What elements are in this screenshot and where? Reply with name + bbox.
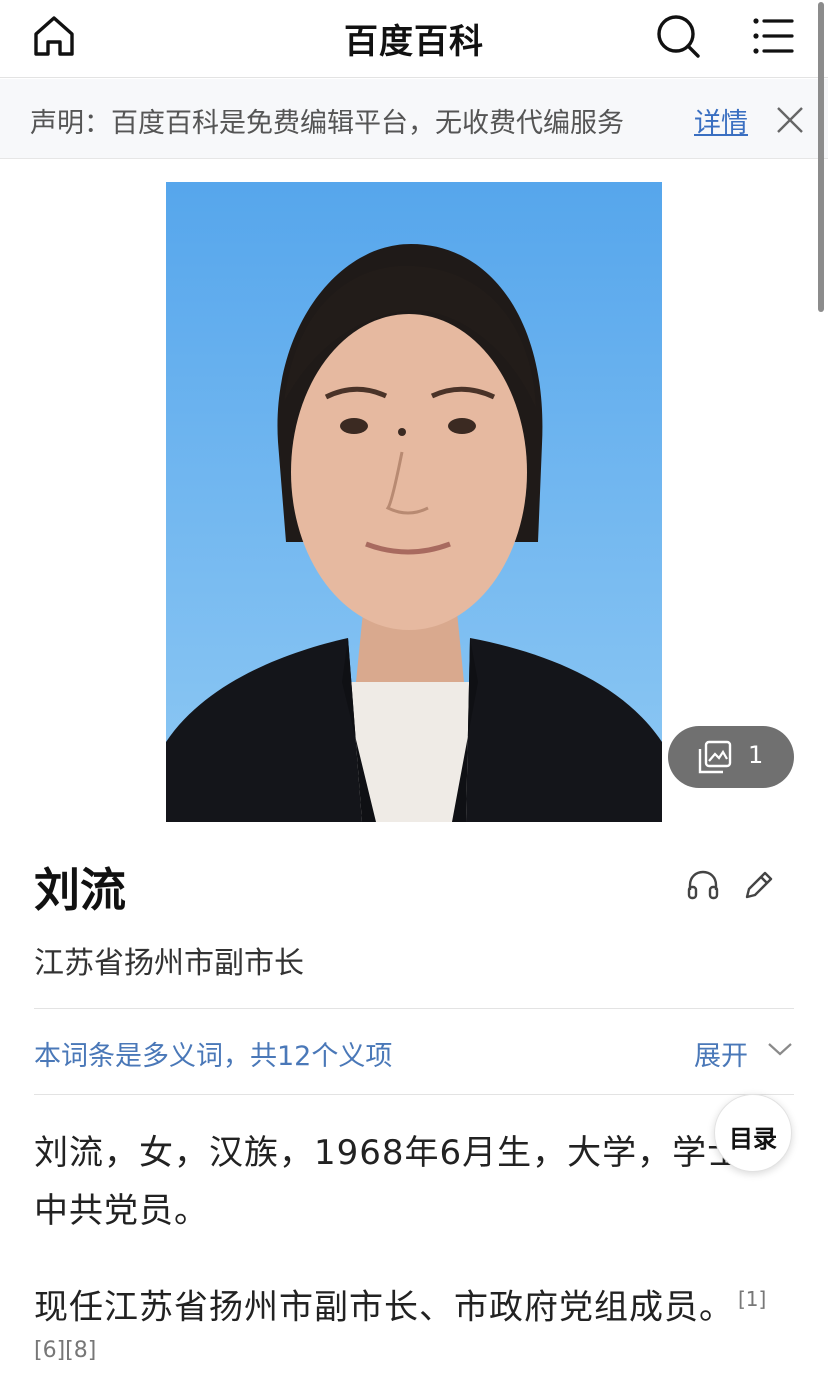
chevron-down-icon[interactable]: [766, 1040, 794, 1062]
site-title: 百度百科: [344, 22, 484, 62]
expand-button[interactable]: 展开: [694, 1034, 748, 1073]
summary-text: 现任江苏省扬州市副市长、市政府党组成员。: [34, 1287, 734, 1328]
polysemy-notice[interactable]: 本词条是多义词，共12个义项: [34, 1034, 392, 1073]
divider: [34, 1094, 794, 1095]
summary-paragraph-2: 现任江苏省扬州市副市长、市政府党组成员。 [1]: [34, 1270, 814, 1336]
divider: [34, 1008, 794, 1009]
reference-link[interactable]: [1]: [738, 1287, 766, 1311]
search-icon[interactable]: [654, 12, 702, 60]
photo-count: 1: [748, 741, 764, 769]
page: 百度百科 声明：百度百科是免费编辑平台，无收费代编服务 详情 1 刘流 江苏省扬…: [0, 0, 828, 1392]
notice-bar: 声明：百度百科是免费编辑平台，无收费代编服务 详情: [0, 79, 828, 159]
menu-icon[interactable]: [750, 12, 798, 60]
portrait-photo[interactable]: [166, 182, 662, 822]
gallery-icon: [698, 740, 732, 778]
summary-paragraph-1: 刘流，女，汉族，1968年6月生，大学，学士，中共党员。: [34, 1133, 778, 1231]
close-icon[interactable]: [774, 104, 806, 140]
entry-title: 刘流: [34, 863, 126, 917]
toc-label: 目录: [729, 1125, 777, 1153]
top-bar: 百度百科: [0, 0, 828, 78]
photo-album-button[interactable]: 1: [668, 726, 794, 788]
reference-links[interactable]: [6][8]: [34, 1338, 96, 1363]
notice-details-link[interactable]: 详情: [694, 101, 748, 140]
notice-text: 声明：百度百科是免费编辑平台，无收费代编服务: [30, 108, 624, 139]
pencil-icon[interactable]: [742, 868, 776, 906]
table-of-contents-button[interactable]: 目录: [714, 1094, 792, 1172]
headphones-icon[interactable]: [686, 868, 720, 906]
entry-subtitle: 江苏省扬州市副市长: [34, 946, 304, 981]
scrollbar[interactable]: [818, 2, 824, 312]
